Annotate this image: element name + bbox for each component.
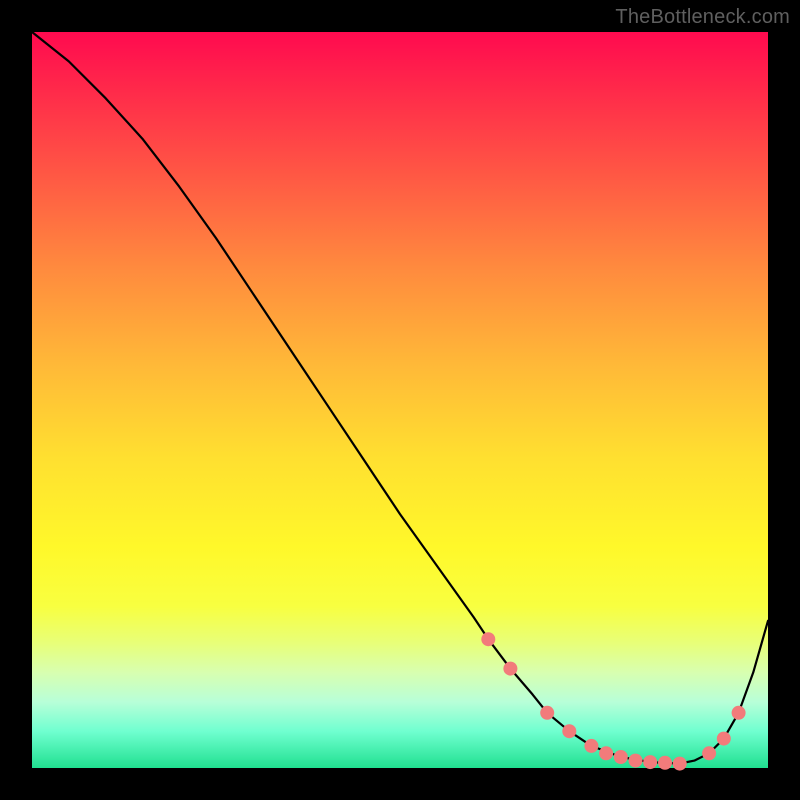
curve-marker (643, 755, 657, 769)
curve-marker (629, 754, 643, 768)
curve-marker (584, 739, 598, 753)
chart-frame: TheBottleneck.com (0, 0, 800, 800)
watermark-text: TheBottleneck.com (615, 6, 790, 29)
curve-marker (702, 746, 716, 760)
curve-marker (673, 757, 687, 771)
curve-marker (658, 756, 672, 770)
curve-marker (562, 724, 576, 738)
curve-marker (599, 746, 613, 760)
curve-layer (32, 32, 768, 768)
curve-marker (540, 706, 554, 720)
curve-marker (717, 732, 731, 746)
bottleneck-curve-line (32, 32, 768, 764)
curve-marker (481, 632, 495, 646)
curve-marker (732, 706, 746, 720)
curve-marker (614, 750, 628, 764)
plot-area (32, 32, 768, 768)
curve-marker (503, 662, 517, 676)
